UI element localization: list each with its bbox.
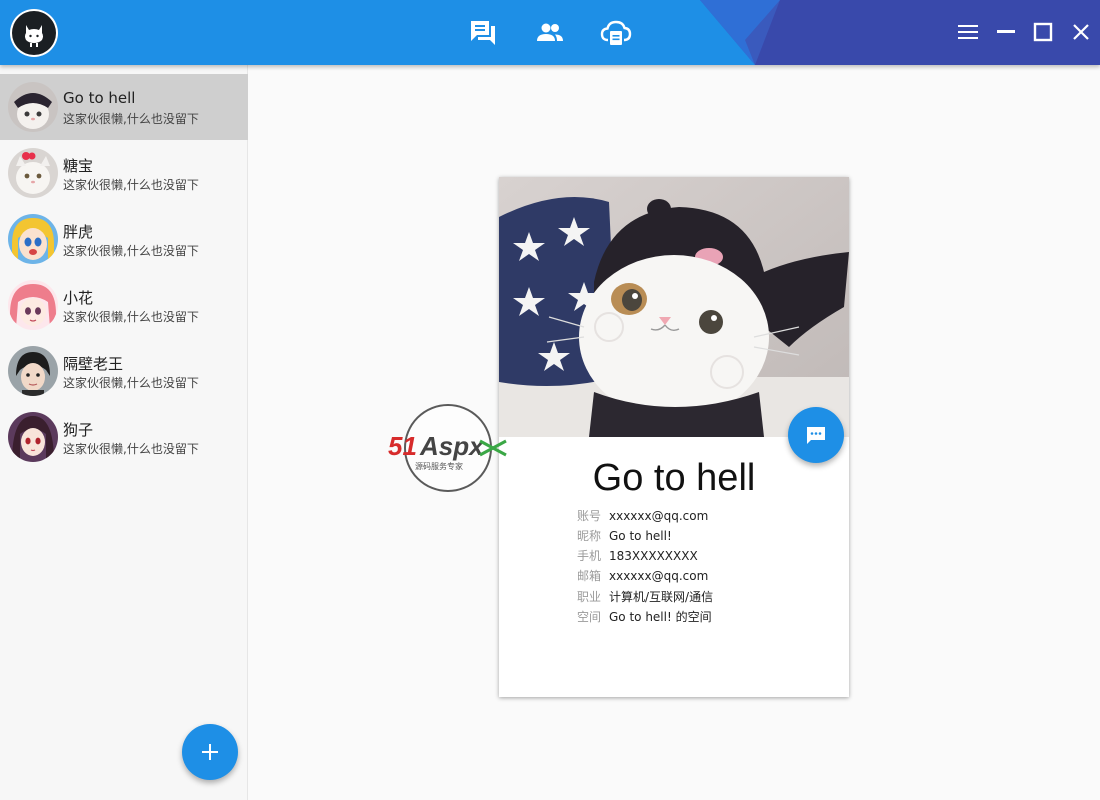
contacts-icon[interactable] bbox=[533, 16, 567, 50]
contact-signature: 这家伙很懒,什么也没留下 bbox=[63, 244, 199, 258]
minimize-icon[interactable] bbox=[992, 18, 1020, 46]
field-value: xxxxxx@qq.com bbox=[609, 509, 709, 523]
profile-field-email: 邮箱 xxxxxx@qq.com bbox=[577, 567, 708, 584]
field-value: 计算机/互联网/通信 bbox=[609, 590, 714, 604]
avatar bbox=[8, 214, 58, 264]
field-value: xxxxxx@qq.com bbox=[609, 569, 709, 583]
svg-text:Aspx: Aspx bbox=[419, 431, 485, 461]
contact-signature: 这家伙很懒,什么也没留下 bbox=[63, 376, 199, 390]
contact-name: 糖宝 bbox=[63, 157, 94, 175]
avatar bbox=[8, 412, 58, 462]
contact-item-tangbao[interactable]: 糖宝 这家伙很懒,什么也没留下 bbox=[0, 140, 248, 206]
field-value: Go to hell! 的空间 bbox=[609, 610, 712, 624]
plus-icon bbox=[202, 744, 218, 760]
field-label: 空间 bbox=[577, 610, 602, 624]
field-value: Go to hell! bbox=[609, 529, 672, 543]
field-label: 账号 bbox=[577, 509, 602, 523]
avatar bbox=[8, 82, 58, 132]
svg-text:源码服务专家: 源码服务专家 bbox=[415, 461, 463, 471]
chat-icon[interactable] bbox=[466, 16, 500, 50]
contact-item-panghu[interactable]: 胖虎 这家伙很懒,什么也没留下 bbox=[0, 206, 248, 272]
github-logo-icon[interactable] bbox=[10, 9, 58, 57]
profile-field-phone: 手机 183XXXXXXXX bbox=[577, 547, 698, 564]
avatar bbox=[8, 346, 58, 396]
profile-field-nickname: 昵称 Go to hell! bbox=[577, 527, 672, 544]
profile-field-occupation: 职业 计算机/互联网/通信 bbox=[577, 588, 713, 605]
add-contact-button[interactable] bbox=[182, 724, 238, 780]
field-label: 昵称 bbox=[577, 529, 602, 543]
profile-field-account: 账号 xxxxxx@qq.com bbox=[577, 507, 708, 524]
contact-name: Go to hell bbox=[63, 89, 136, 107]
contact-signature: 这家伙很懒,什么也没留下 bbox=[63, 178, 199, 192]
field-value: 183XXXXXXXX bbox=[609, 549, 698, 563]
contact-name: 小花 bbox=[63, 289, 94, 307]
contact-signature: 这家伙很懒,什么也没留下 bbox=[63, 112, 199, 126]
close-icon[interactable] bbox=[1067, 18, 1095, 46]
field-label: 邮箱 bbox=[577, 569, 602, 583]
cloud-icon[interactable] bbox=[599, 16, 633, 50]
contact-name: 狗子 bbox=[63, 421, 94, 439]
contact-name: 隔壁老王 bbox=[63, 355, 124, 373]
contact-item-xiaohua[interactable]: 小花 这家伙很懒,什么也没留下 bbox=[0, 272, 248, 338]
contact-signature: 这家伙很懒,什么也没留下 bbox=[63, 442, 199, 456]
contact-list: Go to hell 这家伙很懒,什么也没留下 糖宝 这家伙很懒,什么也没留下 bbox=[0, 65, 248, 800]
profile-name: Go to hell bbox=[592, 457, 756, 499]
avatar bbox=[8, 148, 58, 198]
contact-signature: 这家伙很懒,什么也没留下 bbox=[63, 310, 199, 324]
avatar bbox=[8, 280, 58, 330]
maximize-icon[interactable] bbox=[1029, 18, 1057, 46]
contact-item-gebi-laowang[interactable]: 隔壁老王 这家伙很懒,什么也没留下 bbox=[0, 338, 248, 404]
field-label: 职业 bbox=[577, 590, 602, 604]
contact-name: 胖虎 bbox=[63, 223, 94, 241]
send-message-button[interactable] bbox=[788, 407, 844, 463]
profile-field-space: 空间 Go to hell! 的空间 bbox=[577, 608, 712, 625]
contact-item-go-to-hell[interactable]: Go to hell 这家伙很懒,什么也没留下 bbox=[0, 74, 248, 140]
menu-icon[interactable] bbox=[954, 18, 982, 46]
field-label: 手机 bbox=[577, 549, 602, 563]
watermark-logo: 51 Aspx 源码服务专家 bbox=[388, 403, 510, 493]
title-bar bbox=[0, 0, 1100, 65]
svg-text:51: 51 bbox=[388, 431, 417, 461]
contact-item-gouzi[interactable]: 狗子 这家伙很懒,什么也没留下 bbox=[0, 404, 248, 470]
profile-photo bbox=[499, 177, 849, 437]
message-icon bbox=[807, 427, 825, 444]
